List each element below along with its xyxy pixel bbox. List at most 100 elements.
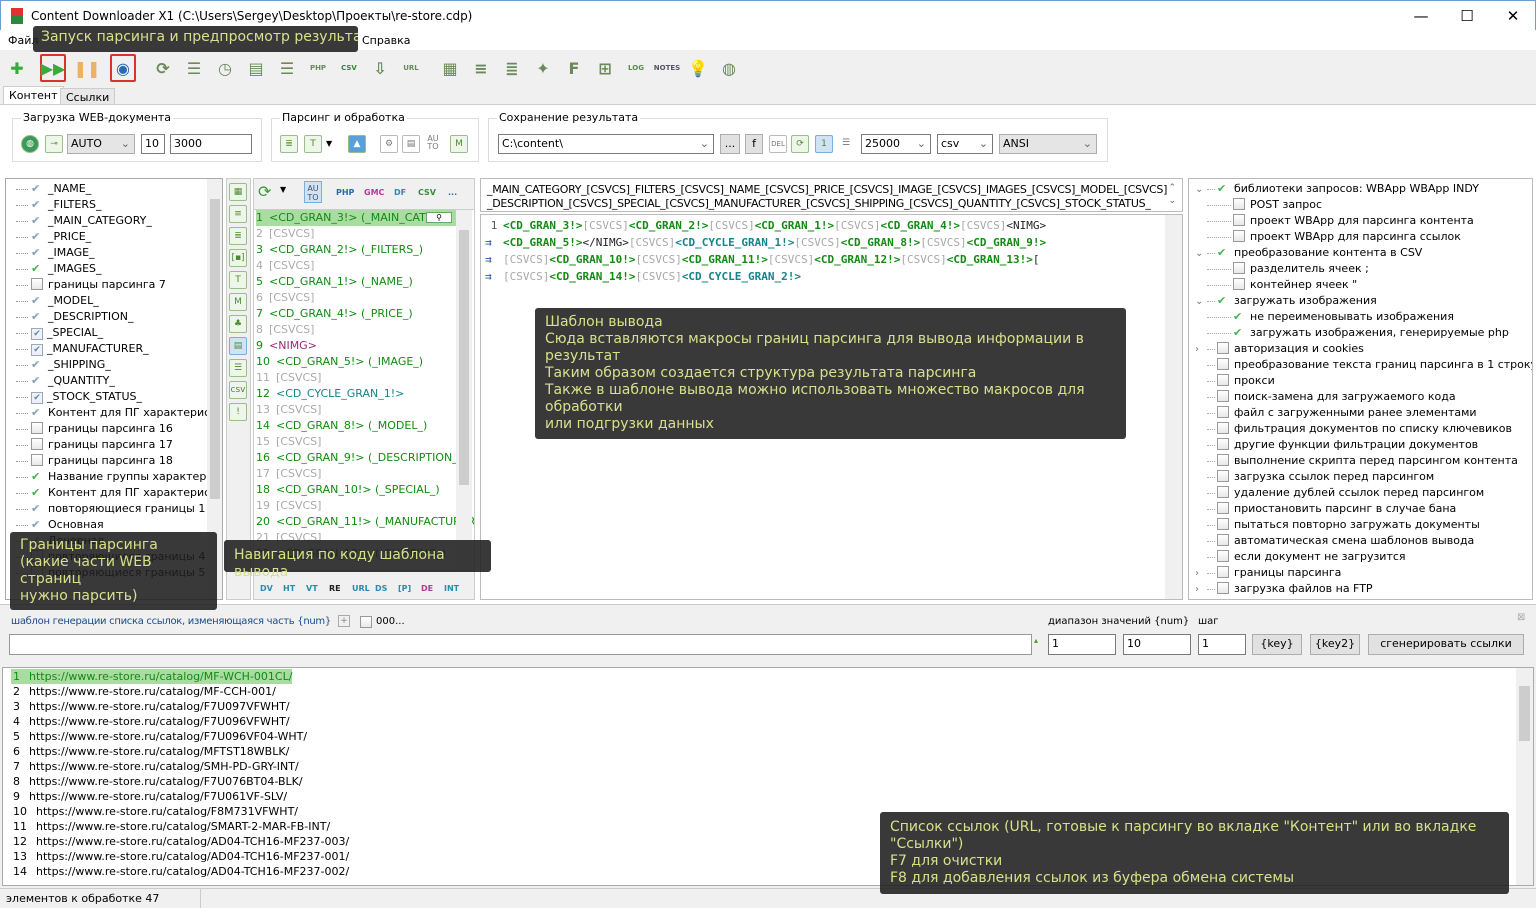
nav-line[interactable]: 10 <CD_GRAN_5!> (_IMAGE_): [256, 354, 456, 370]
check-icon[interactable]: ✔: [31, 469, 44, 485]
check-icon[interactable]: ✔: [31, 328, 43, 340]
check-icon[interactable]: ✔: [31, 261, 44, 277]
nav-bottom-ht[interactable]: HT: [283, 584, 295, 593]
nav-scrollbar[interactable]: [456, 210, 472, 570]
nav-line[interactable]: 14 <CD_GRAN_8!> (_MODEL_): [256, 418, 456, 434]
pages-button[interactable]: ▤: [243, 54, 269, 82]
key-icon[interactable]: ⊸: [45, 135, 63, 153]
nav-line[interactable]: 2 [CSVCS]: [256, 226, 456, 242]
checkbox[interactable]: [1217, 486, 1229, 498]
key-button[interactable]: {key}: [1252, 634, 1302, 655]
option-item[interactable]: автоматическая смена шаблонов вывода: [1195, 533, 1532, 549]
boundary-item[interactable]: ✔ _SPECIAL_: [16, 325, 222, 341]
checkbox[interactable]: [31, 278, 43, 290]
chevron-right-icon[interactable]: ›: [1195, 566, 1207, 582]
check-icon[interactable]: ✔: [1233, 325, 1246, 341]
option-item[interactable]: ⌄ ✔ загружать изображения: [1195, 293, 1532, 309]
menu-help[interactable]: Справка: [362, 34, 410, 47]
maximize-button[interactable]: ☐: [1447, 5, 1487, 27]
load-mode-select[interactable]: AUTO ⌄: [67, 134, 135, 154]
rows-button[interactable]: ☰: [274, 54, 300, 82]
checkbox[interactable]: [1217, 534, 1229, 546]
check-icon[interactable]: ✔: [31, 344, 43, 356]
url-item[interactable]: 5 https://www.re-store.ru/catalog/F7U096V…: [11, 729, 307, 744]
checkbox[interactable]: [1217, 358, 1229, 370]
rows-icon[interactable]: ☰: [229, 359, 247, 377]
template-scrollbar[interactable]: [1165, 215, 1182, 599]
header-row-editor[interactable]: _MAIN_CATEGORY_[CSVCS]_FILTERS_[CSVCS]_N…: [480, 178, 1183, 212]
boundary-item[interactable]: ✔ Контент для ПГ характеристик: [16, 485, 222, 501]
chevron-right-icon[interactable]: ›: [1195, 582, 1207, 598]
start-parsing-button[interactable]: ▶▶: [40, 54, 66, 82]
boundary-item[interactable]: ✔ _QUANTITY_: [16, 373, 222, 389]
option-item[interactable]: › загрузка файлов на FTP: [1195, 581, 1532, 598]
encoding-select[interactable]: ANSI ⌄: [999, 134, 1097, 154]
url-item[interactable]: 10 https://www.re-store.ru/catalog/F8M731…: [11, 804, 298, 819]
option-item[interactable]: › границы парсинга: [1195, 565, 1532, 582]
option-item[interactable]: проект WBApp для парсинга контента: [1195, 213, 1532, 229]
zeros-checkbox[interactable]: [360, 616, 372, 628]
nav-line[interactable]: 9 <NIMG>: [256, 338, 456, 354]
checkbox[interactable]: [31, 422, 43, 434]
option-item[interactable]: проект WBApp для парсинга ссылок: [1195, 229, 1532, 245]
url-item[interactable]: 4 https://www.re-store.ru/catalog/F7U096V…: [11, 714, 290, 729]
boundary-item[interactable]: ✔ _MODEL_: [16, 293, 222, 309]
nav-macro-df[interactable]: DF: [394, 188, 406, 197]
browse-button[interactable]: ...: [720, 134, 740, 154]
check-icon[interactable]: ✔: [31, 392, 43, 404]
macro-m-icon[interactable]: M: [229, 293, 247, 311]
boundary-item[interactable]: ✔ Основная: [16, 517, 222, 533]
preview-button[interactable]: ◉: [110, 54, 136, 82]
nav-macro-csv[interactable]: CSV: [418, 188, 436, 197]
text-select-icon[interactable]: ≣: [280, 135, 298, 153]
link-template-input[interactable]: [9, 634, 1032, 655]
add-button[interactable]: ✚: [4, 54, 30, 82]
auto-icon[interactable]: AU TO: [424, 135, 442, 153]
option-item[interactable]: приостановить парсинг в случае бана: [1195, 501, 1532, 517]
users-button[interactable]: ☰: [181, 54, 207, 82]
check-icon[interactable]: ✔: [1217, 293, 1230, 309]
nav-line[interactable]: 1 <CD_GRAN_3!> (_MAIN_CATEG ⚲: [256, 210, 456, 226]
threads-input[interactable]: 10: [141, 134, 165, 154]
single-file-icon[interactable]: 1: [815, 135, 833, 153]
checkbox[interactable]: [31, 438, 43, 450]
option-item[interactable]: ⌄ ✔ библиотеки запросов: WBApp WBApp INDY: [1195, 181, 1532, 197]
option-item[interactable]: загрузка ссылок перед парсингом: [1195, 469, 1532, 485]
url-item[interactable]: 7 https://www.re-store.ru/catalog/SMH-PD-…: [11, 759, 299, 774]
boundary-item[interactable]: ✔ _MAIN_CATEGORY_: [16, 213, 222, 229]
list-refresh-button[interactable]: ≣: [499, 54, 525, 82]
check-icon[interactable]: ✔: [31, 357, 44, 373]
close-button[interactable]: ✕: [1493, 5, 1533, 27]
url-item[interactable]: 1 https://www.re-store.ru/catalog/MF-WCH-…: [11, 669, 293, 684]
checkbox[interactable]: [1217, 502, 1229, 514]
option-item[interactable]: ✔ не переименовывать изображения: [1195, 309, 1532, 325]
lightbulb-button[interactable]: 💡: [685, 54, 711, 82]
check-icon[interactable]: ✔: [31, 373, 44, 389]
nav-macro-moremoremore[interactable]: ...: [448, 188, 457, 197]
key2-button[interactable]: {key2}: [1310, 634, 1360, 655]
nav-line[interactable]: 18 <CD_GRAN_10!> (_SPECIAL_): [256, 482, 456, 498]
option-item[interactable]: фильтрация документов по списку ключевик…: [1195, 421, 1532, 437]
php-button[interactable]: PHP: [305, 54, 331, 82]
nav-bottom-int[interactable]: INT: [444, 584, 459, 593]
boundary-item[interactable]: ✔ _MANUFACTURER_: [16, 341, 222, 357]
nav-bottom-vt[interactable]: VT: [306, 584, 318, 593]
checkbox[interactable]: [1217, 390, 1229, 402]
nav-line[interactable]: 12 <CD_CYCLE_GRAN_1!>: [256, 386, 456, 402]
nav-line[interactable]: 3 <CD_GRAN_2!> (_FILTERS_): [256, 242, 456, 258]
image-icon[interactable]: ▲: [348, 135, 366, 153]
checkbox[interactable]: [1233, 214, 1245, 226]
option-item[interactable]: выполнение скрипта перед парсингом конте…: [1195, 453, 1532, 469]
nav-line[interactable]: 5 <CD_GRAN_1!> (_NAME_): [256, 274, 456, 290]
option-item[interactable]: ⌄ ✔ преобразование контента в CSV: [1195, 245, 1532, 261]
check-icon[interactable]: ✔: [31, 485, 44, 501]
boundary-item[interactable]: ✔ Название группы характеристик: [16, 469, 222, 485]
nav-line[interactable]: 4 [CSVCS]: [256, 258, 456, 274]
boundary-item[interactable]: ✔ _FILTERS_: [16, 197, 222, 213]
check-icon[interactable]: ✔: [31, 517, 44, 533]
row-limit-select[interactable]: 25000 ⌄: [861, 134, 931, 154]
checkbox[interactable]: [1217, 550, 1229, 562]
chevron-right-icon[interactable]: ›: [1195, 342, 1207, 358]
url-item[interactable]: 11 https://www.re-store.ru/catalog/SMART-…: [11, 819, 330, 834]
search-icon[interactable]: ⚲: [426, 212, 452, 223]
